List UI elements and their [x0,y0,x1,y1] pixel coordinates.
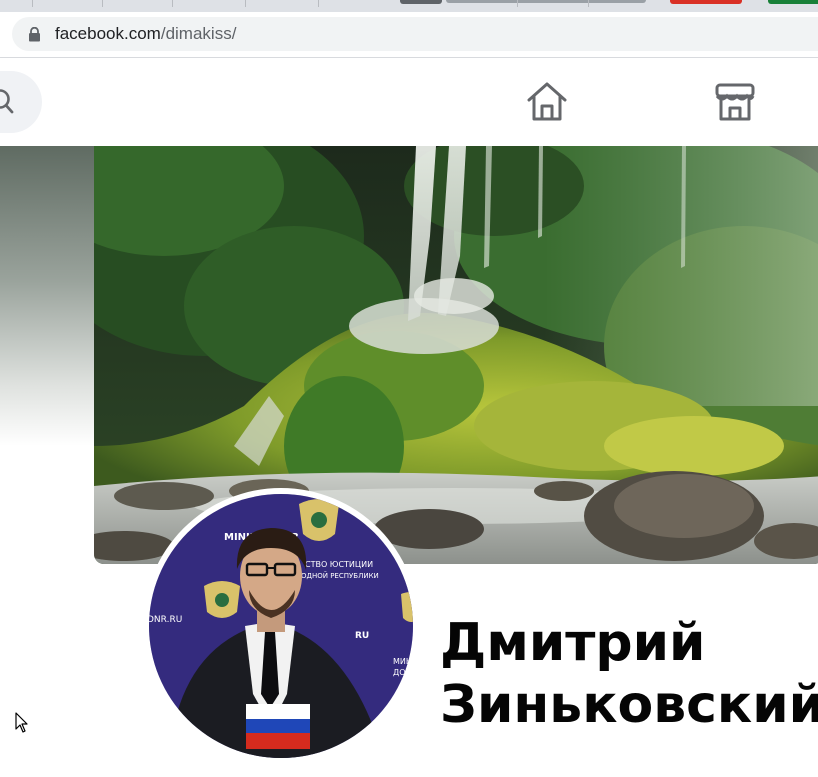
profile-last-name: Зиньковский [440,675,818,735]
banner-text-republic: ОДНОЙ РЕСПУБЛИКИ [301,571,379,580]
marketplace-icon[interactable] [713,80,757,124]
tab-separator [517,0,518,7]
tab-separator [588,0,589,7]
cover-photo[interactable] [94,146,818,564]
home-icon[interactable] [525,80,569,124]
search-icon [0,89,14,114]
url-path: /dimakiss/ [160,24,237,43]
banner-text-ru: RU [355,631,369,641]
cover-photo-waterfall-image [94,146,818,564]
profile-first-name: Дмитрий [440,613,706,673]
browser-tab[interactable] [446,0,646,3]
banner-text-ministry: СТВО ЮСТИЦИИ [305,560,373,569]
cover-backdrop-gradient [0,146,95,446]
browser-tab[interactable] [768,0,818,4]
emblem-icon [204,581,240,618]
tab-separator [172,0,173,7]
browser-tab[interactable] [400,0,442,4]
tab-separator [318,0,319,7]
tab-separator [32,0,33,7]
emblem-icon [299,499,339,541]
address-bar: facebook.com/dimakiss/ [0,12,818,58]
browser-tab-strip [0,0,818,12]
search-button[interactable] [0,71,42,133]
banner-text-dnr: DNR.RU [149,615,182,625]
profile-avatar-image: MINJUST-DNR СТВО ЮСТИЦИИ ОДНОЙ РЕСПУБЛИК… [149,494,413,758]
facebook-top-nav [0,58,818,146]
profile-name: Дмитрий Зиньковский [440,612,818,736]
browser-tab[interactable] [670,0,742,4]
tab-separator [245,0,246,7]
url-text[interactable]: facebook.com/dimakiss/ [55,24,236,44]
mouse-cursor-icon [15,712,28,733]
url-host: facebook.com [55,24,161,43]
profile-avatar[interactable]: MINJUST-DNR СТВО ЮСТИЦИИ ОДНОЙ РЕСПУБЛИК… [149,494,413,758]
lock-icon[interactable] [28,27,41,42]
russian-flag-icon [246,704,310,749]
tab-separator [102,0,103,7]
omnibox[interactable]: facebook.com/dimakiss/ [12,17,818,51]
